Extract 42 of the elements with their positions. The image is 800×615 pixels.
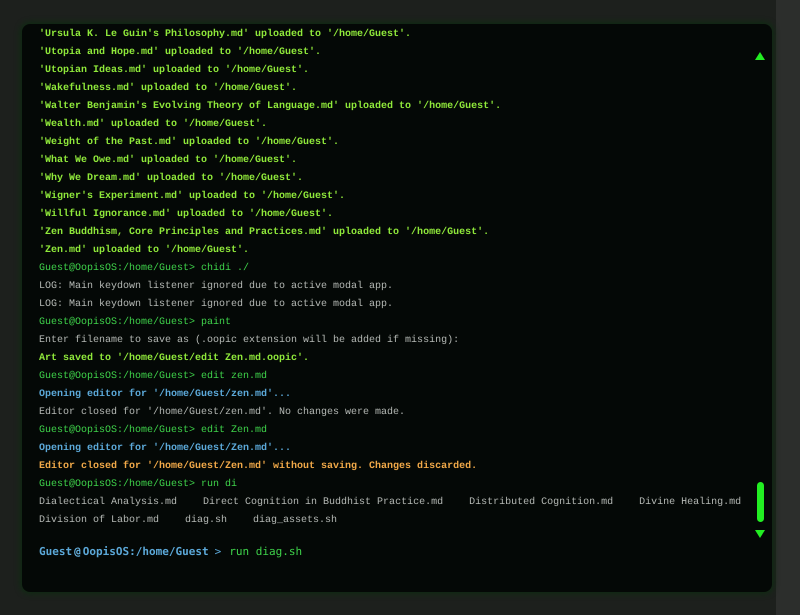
- file-name: diag.sh: [185, 514, 228, 528]
- log-message: LOG: Main keydown listener ignored due to active modal app.: [39, 281, 394, 292]
- command-line: Guest@OopisOS:/home/Guest> edit zen.md: [39, 371, 268, 382]
- prompt-symbol: >: [214, 544, 222, 558]
- upload-message: 'Zen.md' uploaded to '/home/Guest'.: [39, 245, 250, 256]
- info-message: Opening editor for '/home/Guest/Zen.md'...: [39, 443, 292, 454]
- command-line: Guest@OopisOS:/home/Guest> run di: [39, 479, 238, 490]
- prompt-host: OopisOS: [82, 544, 130, 558]
- file-name: Dialectical Analysis.md: [39, 496, 178, 510]
- upload-message: 'Ursula K. Le Guin's Philosophy.md' uploaded to '/home/Guest'.: [39, 29, 412, 40]
- upload-message: 'Weight of the Past.md' uploaded to '/home/Guest'.: [39, 137, 340, 148]
- warning-message: Editor closed for '/home/Guest/Zen.md' without saving. Changes discarded.: [39, 461, 478, 472]
- log-message: Enter filename to save as (.oopic extension will be added if missing):: [39, 335, 460, 346]
- file-name: diag_assets.sh: [253, 514, 338, 528]
- upload-message: 'Wealth.md' uploaded to '/home/Guest'.: [39, 119, 268, 130]
- upload-message: 'Willful Ignorance.md' uploaded to '/home/Guest'.: [39, 209, 334, 220]
- info-message: Opening editor for '/home/Guest/zen.md'...: [39, 389, 292, 400]
- success-message: Art saved to '/home/Guest/edit Zen.md.oopic'.: [39, 353, 310, 364]
- file-name: Distributed Cognition.md: [469, 496, 614, 510]
- command-line: Guest@OopisOS:/home/Guest> chidi ./: [39, 263, 250, 274]
- file-name: Divine Healing.md: [639, 496, 742, 510]
- log-message: Editor closed for '/home/Guest/zen.md'. No changes were made.: [39, 407, 406, 418]
- file-name: Direct Cognition in Buddhist Practice.md: [203, 496, 444, 510]
- upload-message: 'Utopian Ideas.md' uploaded to '/home/Guest'.: [39, 65, 310, 76]
- scrollbar-thumb[interactable]: [756, 482, 764, 522]
- command-input-field[interactable]: run diag.sh: [229, 543, 530, 559]
- upload-message: 'Why We Dream.md' uploaded to '/home/Guest'.: [39, 173, 304, 184]
- prompt-user: Guest: [39, 544, 72, 558]
- upload-message: 'What We Owe.md' uploaded to '/home/Guest'.: [39, 155, 298, 166]
- log-message: LOG: Main keydown listener ignored due to active modal app.: [39, 299, 394, 310]
- upload-message: 'Walter Benjamin's Evolving Theory of Language.md' uploaded to '/home/Guest'.: [39, 101, 502, 112]
- command-line: Guest@OopisOS:/home/Guest> paint: [39, 317, 232, 328]
- prompt-path: :/home/Guest: [129, 544, 209, 558]
- upload-message: 'Wakefulness.md' uploaded to '/home/Guest'.: [39, 83, 298, 94]
- upload-message: 'Utopia and Hope.md' uploaded to '/home/Guest'.: [39, 47, 322, 58]
- scroll-up-icon[interactable]: [755, 52, 765, 60]
- upload-message: 'Zen Buddhism, Core Principles and Practices.md' uploaded to '/home/Guest'.: [39, 227, 490, 238]
- prompt-at-sign: @: [74, 544, 81, 558]
- upload-message: 'Wigner's Experiment.md' uploaded to '/home/Guest'.: [39, 191, 346, 202]
- file-name: Division of Labor.md: [39, 514, 160, 528]
- command-line: Guest@OopisOS:/home/Guest> edit Zen.md: [39, 425, 268, 436]
- scroll-down-icon[interactable]: [755, 530, 765, 538]
